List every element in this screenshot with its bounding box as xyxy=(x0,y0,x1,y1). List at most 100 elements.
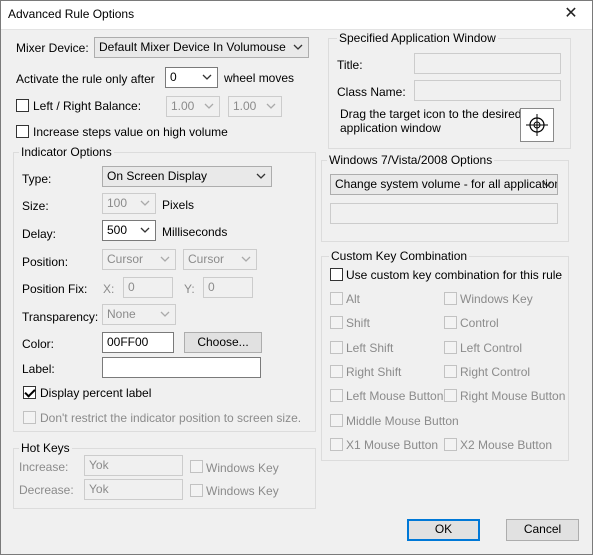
activate-after-label: Activate the rule only after xyxy=(16,72,155,86)
right-control-label: Right Control xyxy=(460,365,531,379)
close-icon[interactable]: ✕ xyxy=(559,3,583,25)
transparency-select[interactable]: None xyxy=(102,304,176,325)
label-input[interactable] xyxy=(102,357,261,378)
position-fix-x-input[interactable]: 0 xyxy=(123,277,173,298)
chevron-down-icon xyxy=(202,74,212,80)
left-control-label: Left Control xyxy=(460,341,523,355)
x2-mouse-checkbox[interactable] xyxy=(444,438,457,451)
increase-steps-label: Increase steps value on high volume xyxy=(33,125,228,139)
transparency-label: Transparency: xyxy=(22,310,99,324)
use-custom-key-label: Use custom key combination for this rule xyxy=(346,268,563,282)
right-control-checkbox[interactable] xyxy=(444,365,457,378)
size-value: 100 xyxy=(107,196,128,210)
chevron-down-icon xyxy=(160,311,170,317)
balance-left-value: 1.00 xyxy=(171,99,195,113)
delay-select[interactable]: 500 xyxy=(102,220,156,241)
app-title-label: Title: xyxy=(337,58,363,72)
dont-restrict-label: Don't restrict the indicator position to… xyxy=(40,411,302,425)
chevron-down-icon xyxy=(140,227,150,233)
position-x-value: Cursor xyxy=(107,252,144,266)
balance-checkbox[interactable] xyxy=(16,99,29,112)
position-fix-y-input[interactable]: 0 xyxy=(203,277,253,298)
hot-keys-title: Hot Keys xyxy=(19,441,72,455)
increase-hotkey-label: Increase: xyxy=(19,460,69,474)
wheel-moves-value: 0 xyxy=(170,70,177,84)
wheel-moves-select[interactable]: 0 xyxy=(165,67,218,88)
right-mouse-label: Right Mouse Button xyxy=(460,389,566,403)
choose-color-button[interactable]: Choose... xyxy=(184,332,262,353)
crosshair-target-icon[interactable] xyxy=(520,108,554,142)
position-fix-label: Position Fix: xyxy=(22,282,88,296)
x1-mouse-checkbox[interactable] xyxy=(330,438,343,451)
delay-unit-label: Milliseconds xyxy=(162,225,228,239)
win7-app-input[interactable] xyxy=(330,203,558,224)
display-percent-checkbox[interactable] xyxy=(23,386,36,399)
position-fix-y-label: Y: xyxy=(184,282,195,296)
right-mouse-checkbox[interactable] xyxy=(444,389,457,402)
custom-key-title: Custom Key Combination xyxy=(329,249,470,263)
ok-button[interactable]: OK xyxy=(407,519,480,541)
window-title: Advanced Rule Options xyxy=(8,7,135,21)
chevron-down-icon xyxy=(256,173,266,179)
left-shift-label: Left Shift xyxy=(346,341,394,355)
position-y-select[interactable]: Cursor xyxy=(183,249,257,270)
balance-right-value: 1.00 xyxy=(233,99,257,113)
dont-restrict-checkbox[interactable] xyxy=(23,411,36,424)
chevron-down-icon xyxy=(204,103,214,109)
x1-mouse-label: X1 Mouse Button xyxy=(346,438,439,452)
control-checkbox[interactable] xyxy=(444,316,457,329)
balance-left-select[interactable]: 1.00 xyxy=(166,96,220,117)
position-x-select[interactable]: Cursor xyxy=(102,249,176,270)
increase-winkey-label: Windows Key xyxy=(206,461,279,475)
drag-instruction-line1: Drag the target icon to the desired xyxy=(340,107,522,121)
chevron-down-icon xyxy=(542,181,552,187)
decrease-hotkey-label: Decrease: xyxy=(19,483,74,497)
position-label: Position: xyxy=(22,255,69,269)
type-select[interactable]: On Screen Display xyxy=(102,166,272,187)
middle-mouse-label: Middle Mouse Button xyxy=(346,414,459,428)
app-title-input[interactable] xyxy=(414,53,561,74)
decrease-hotkey-input[interactable]: Yok xyxy=(84,479,183,500)
increase-hotkey-input[interactable]: Yok xyxy=(84,455,183,476)
alt-checkbox[interactable] xyxy=(330,292,343,305)
win7-options-title: Windows 7/Vista/2008 Options xyxy=(327,153,495,167)
increase-steps-checkbox[interactable] xyxy=(16,125,29,138)
middle-mouse-checkbox[interactable] xyxy=(330,414,343,427)
right-shift-checkbox[interactable] xyxy=(330,365,343,378)
size-unit-label: Pixels xyxy=(162,198,195,212)
display-percent-label: Display percent label xyxy=(40,386,152,400)
delay-value: 500 xyxy=(107,223,128,237)
win7-mode-value: Change system volume - for all applicati… xyxy=(335,177,558,191)
left-control-checkbox[interactable] xyxy=(444,341,457,354)
windows-key-checkbox[interactable] xyxy=(444,292,457,305)
left-mouse-label: Left Mouse Button xyxy=(346,389,444,403)
chevron-down-icon xyxy=(293,44,303,50)
left-mouse-checkbox[interactable] xyxy=(330,389,343,402)
size-select[interactable]: 100 xyxy=(102,193,156,214)
cancel-button[interactable]: Cancel xyxy=(506,519,579,541)
size-label: Size: xyxy=(22,199,49,213)
label-label: Label: xyxy=(22,362,55,376)
balance-label: Left / Right Balance: xyxy=(33,99,142,113)
transparency-value: None xyxy=(107,307,136,321)
app-window-title: Specified Application Window xyxy=(337,31,498,45)
custom-key-group xyxy=(321,256,569,461)
shift-label: Shift xyxy=(346,316,371,330)
shift-checkbox[interactable] xyxy=(330,316,343,329)
increase-winkey-checkbox[interactable] xyxy=(190,460,203,473)
class-name-input[interactable] xyxy=(414,80,561,101)
mixer-device-value: Default Mixer Device In Volumouse xyxy=(99,40,286,54)
chevron-down-icon xyxy=(160,256,170,262)
win7-mode-select[interactable]: Change system volume - for all applicati… xyxy=(330,174,558,195)
left-shift-checkbox[interactable] xyxy=(330,341,343,354)
x2-mouse-label: X2 Mouse Button xyxy=(460,438,553,452)
balance-right-select[interactable]: 1.00 xyxy=(228,96,282,117)
crosshair-icon xyxy=(526,114,548,136)
color-label: Color: xyxy=(22,337,55,351)
decrease-winkey-checkbox[interactable] xyxy=(190,484,203,497)
color-input[interactable]: 00FF00 xyxy=(102,332,174,353)
chevron-down-icon xyxy=(140,200,150,206)
chevron-down-icon xyxy=(266,103,276,109)
mixer-device-select[interactable]: Default Mixer Device In Volumouse xyxy=(94,37,309,58)
use-custom-key-checkbox[interactable] xyxy=(330,268,343,281)
